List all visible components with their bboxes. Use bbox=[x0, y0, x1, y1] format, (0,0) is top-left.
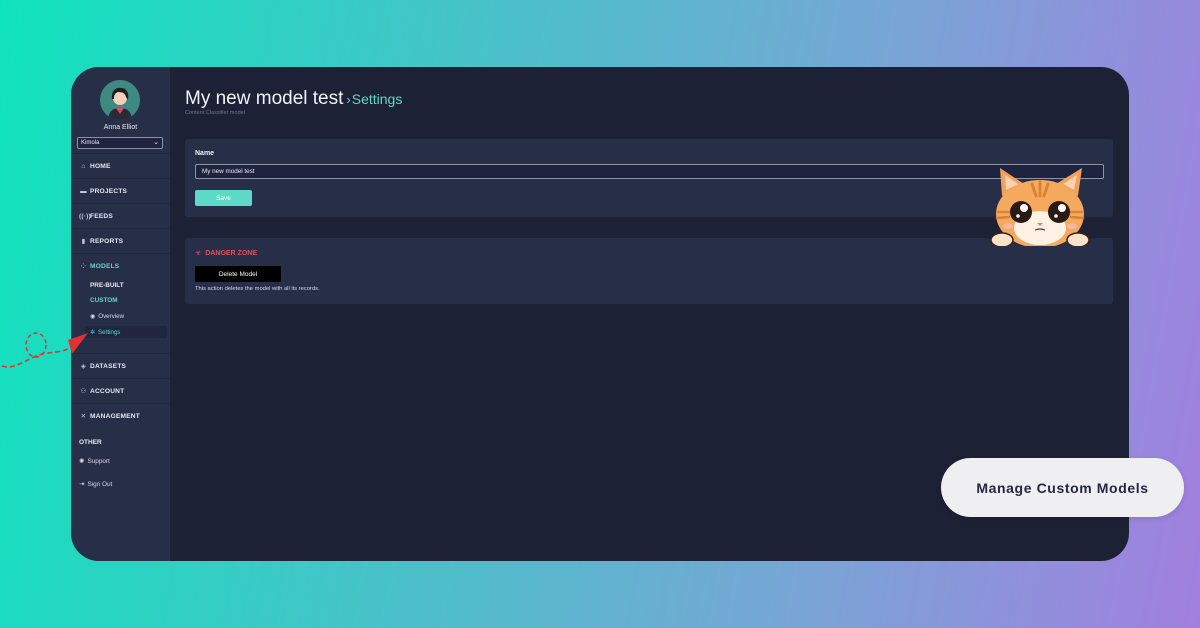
nav-sub-prebuilt[interactable]: PRE-BUILT bbox=[90, 282, 124, 289]
biohazard-icon: ☣ bbox=[195, 250, 202, 257]
nav-label-management: MANAGEMENT bbox=[90, 412, 140, 420]
model-name-input[interactable] bbox=[195, 164, 1104, 179]
save-button[interactable]: Save bbox=[195, 190, 252, 206]
arrow-decoration-icon bbox=[1, 332, 88, 368]
sidebar: Anna Elliot Kimola ⌄ ⌂ HOME ▬ PROJECTS (… bbox=[71, 67, 170, 561]
page-header: My new model test › Settings bbox=[185, 88, 402, 110]
page-subtitle: Content Classifier model bbox=[185, 110, 245, 116]
user-gear-icon: ⚇ bbox=[80, 388, 87, 395]
folder-icon: ▬ bbox=[80, 187, 87, 195]
danger-zone-description: This action deletes the model with all i… bbox=[195, 286, 320, 292]
nav-item-account[interactable]: ⚇ ACCOUNT bbox=[71, 378, 170, 403]
tools-icon: ✕ bbox=[80, 413, 87, 420]
name-label: Name bbox=[195, 150, 215, 157]
broadcast-icon: ((·)) bbox=[79, 212, 91, 220]
nav-sub-custom[interactable]: CUSTOM bbox=[90, 297, 118, 304]
page-title: My new model test bbox=[185, 88, 344, 109]
chevron-down-icon: ⌄ bbox=[153, 139, 159, 146]
sign-out-icon: ⇥ bbox=[79, 481, 85, 488]
nav-label-home: HOME bbox=[90, 162, 111, 170]
danger-zone-card: ☣ DANGER ZONE Delete Model This action d… bbox=[185, 238, 1113, 304]
promo-badge: Manage Custom Models bbox=[941, 458, 1184, 517]
nav-label-overview: Overview bbox=[98, 313, 125, 320]
nav-subsub-settings[interactable]: ✲ Settings bbox=[85, 326, 167, 338]
nav-label-settings: Settings bbox=[98, 328, 121, 336]
nav-label-feeds: FEEDS bbox=[90, 212, 113, 220]
nav-label-datasets: DATASETS bbox=[90, 362, 127, 370]
nav-label-support: Support bbox=[87, 457, 110, 465]
avatar[interactable] bbox=[100, 80, 140, 120]
nav-item-feeds[interactable]: ((·)) FEEDS bbox=[71, 203, 170, 228]
cat-mascot-icon bbox=[990, 168, 1090, 246]
danger-zone-title: ☣ DANGER ZONE bbox=[195, 249, 258, 258]
nav-subsub-overview[interactable]: ◉ Overview bbox=[90, 313, 124, 320]
nav-label-projects: PROJECTS bbox=[90, 187, 128, 195]
nav-item-management[interactable]: ✕ MANAGEMENT bbox=[71, 403, 170, 428]
nav-item-reports[interactable]: ▮ REPORTS bbox=[71, 228, 170, 253]
user-name: Anna Elliot bbox=[103, 124, 138, 131]
section-label-other: OTHER bbox=[79, 439, 102, 446]
organization-select[interactable]: Kimola ⌄ bbox=[77, 137, 163, 149]
nav-item-models[interactable]: ⁘ MODELS bbox=[71, 253, 170, 278]
nav-item-projects[interactable]: ▬ PROJECTS bbox=[71, 178, 170, 203]
name-card: Name Save bbox=[185, 139, 1113, 217]
bar-chart-icon: ▮ bbox=[81, 238, 86, 245]
eye-icon: ◉ bbox=[90, 314, 96, 320]
nav-item-sign-out[interactable]: ⇥ Sign Out bbox=[79, 480, 113, 489]
nav-label-reports: REPORTS bbox=[90, 237, 124, 245]
breadcrumb-separator: › bbox=[346, 92, 351, 107]
danger-zone-label: DANGER ZONE bbox=[205, 249, 258, 257]
models-icon: ⁘ bbox=[80, 263, 87, 270]
nav-label-sign-out: Sign Out bbox=[87, 480, 113, 488]
organization-select-value: Kimola bbox=[81, 140, 100, 146]
support-icon: ✺ bbox=[79, 458, 85, 465]
breadcrumb-current: Settings bbox=[351, 91, 403, 107]
nav-item-support[interactable]: ✺ Support bbox=[79, 457, 110, 466]
home-icon: ⌂ bbox=[81, 162, 86, 170]
nav-item-home[interactable]: ⌂ HOME bbox=[71, 153, 170, 178]
nav-label-models: MODELS bbox=[90, 262, 120, 270]
delete-model-button[interactable]: Delete Model bbox=[195, 266, 281, 282]
nav-label-account: ACCOUNT bbox=[90, 387, 125, 395]
